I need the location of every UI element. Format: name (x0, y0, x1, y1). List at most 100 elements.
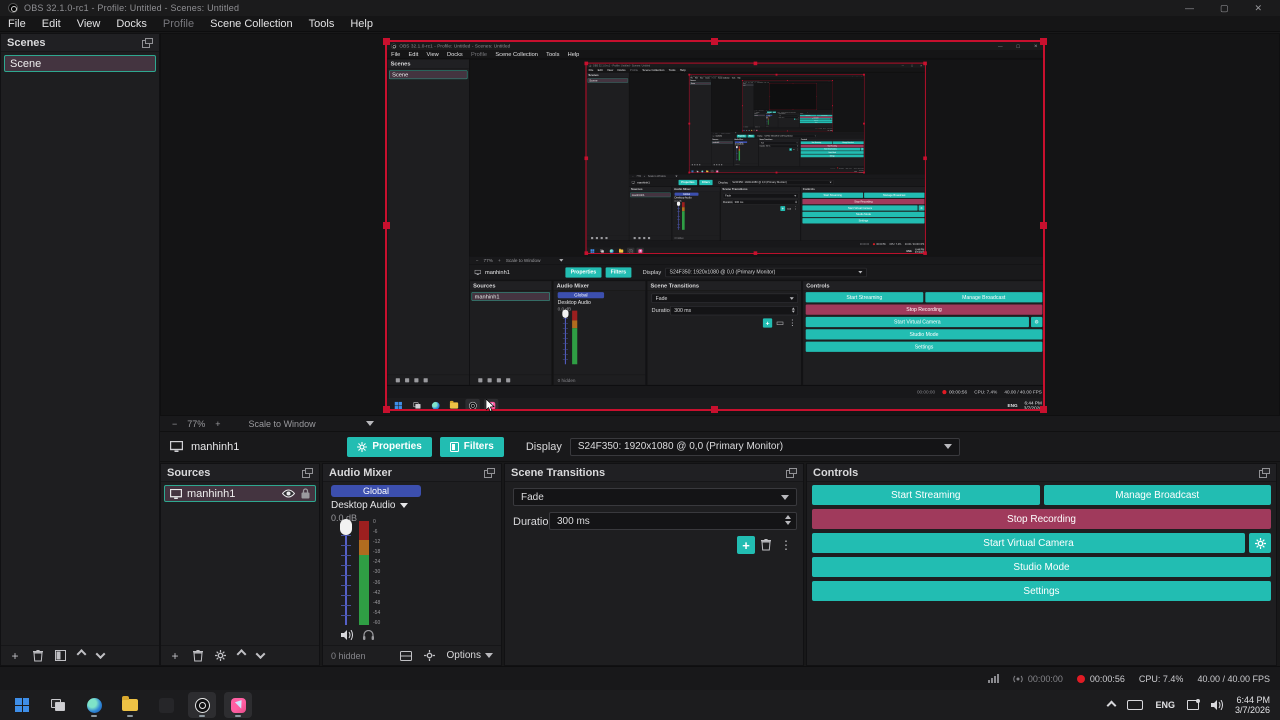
taskbar-clock[interactable]: 6:44 PM 3/7/2026 (1235, 695, 1270, 715)
properties-button[interactable]: Properties (347, 436, 432, 457)
mini-mixer-dock: Audio Mixer Global Desktop Audio 0.0 dB … (672, 186, 721, 241)
start-streaming-button[interactable]: Start Streaming (812, 485, 1040, 505)
settings-button[interactable]: Settings (812, 581, 1271, 601)
close-button[interactable]: ✕ (1254, 3, 1262, 14)
add-scene-button[interactable]: + (9, 649, 21, 663)
resize-handle[interactable] (383, 406, 390, 413)
start-button[interactable] (8, 692, 36, 718)
dock-popout-icon[interactable] (786, 467, 797, 478)
dock-popout-icon[interactable] (1259, 467, 1270, 478)
resize-handle[interactable] (1040, 406, 1047, 413)
source-properties-button[interactable] (215, 650, 226, 661)
duration-stepper[interactable] (785, 515, 791, 525)
display-select[interactable]: S24F350: 1920x1080 @ 0,0 (Primary Monito… (569, 437, 960, 456)
headphones-icon[interactable] (363, 630, 374, 640)
studio-mode-button[interactable]: Studio Mode (812, 557, 1271, 577)
move-source-up-button[interactable] (236, 649, 247, 660)
dock-popout-icon[interactable] (142, 37, 153, 48)
menu-edit[interactable]: Edit (42, 18, 61, 30)
volume-slider-handle[interactable] (340, 519, 352, 535)
move-source-down-button[interactable] (255, 649, 266, 660)
zoom-in-button[interactable]: + (215, 419, 220, 429)
speaker-icon[interactable] (341, 630, 353, 640)
mini-capture: OBS 32.1.0-rc1 - Profile: Untitled - Sce… (688, 73, 865, 174)
language-indicator[interactable]: ENG (1155, 700, 1175, 710)
remove-source-button[interactable] (193, 649, 203, 662)
add-transition-button[interactable]: + (737, 536, 755, 554)
edge-browser-button[interactable] (80, 692, 108, 718)
hidden-app-button[interactable] (152, 692, 180, 718)
volume-tray-icon[interactable] (1210, 700, 1223, 710)
file-explorer-button[interactable] (116, 692, 144, 718)
stream-timer-icon (1013, 675, 1023, 682)
remove-scene-button[interactable] (33, 649, 43, 662)
mixer-layout-icon[interactable] (399, 650, 412, 661)
duration-input[interactable]: 300 ms (549, 512, 797, 530)
mini-transitions-dock: Scene Transitions Fade Duration 300 ms +… (758, 138, 800, 167)
zoom-out-button[interactable]: − (172, 419, 177, 429)
filters-button[interactable]: Filters (439, 436, 504, 457)
start-virtual-camera-button[interactable]: Start Virtual Camera (812, 533, 1245, 553)
obs-taskbar-button[interactable] (188, 692, 216, 718)
move-scene-up-button[interactable] (76, 649, 87, 660)
mini-controls-dock: Controls Start Streaming Manage Broadcas… (800, 186, 925, 241)
resize-handle[interactable] (711, 406, 718, 413)
lock-icon[interactable] (301, 488, 310, 499)
mini-sources-dock: Sources manhinh1 (753, 113, 766, 128)
mini-obs-logo-icon (391, 43, 397, 49)
scale-mode[interactable]: Scale to Window (249, 419, 316, 429)
remove-transition-button[interactable] (761, 539, 771, 551)
dock-popout-icon[interactable] (484, 467, 495, 478)
notifications-icon[interactable] (1186, 699, 1200, 710)
audio-device-caret-icon[interactable] (399, 503, 408, 508)
resize-handle[interactable] (1040, 38, 1047, 45)
tray-overflow-chevron-icon[interactable] (1106, 700, 1117, 710)
dimmed-app-icon (158, 697, 174, 713)
recorder-app-button[interactable] (224, 692, 252, 718)
menu-tools[interactable]: Tools (309, 18, 335, 30)
mixer-options-button[interactable]: Options (447, 650, 493, 661)
mini-window-buttons: —▢✕ (901, 64, 923, 67)
obs-logo-icon (8, 3, 18, 13)
maximize-button[interactable]: ▢ (1220, 3, 1229, 14)
captured-desktop: OBS 32.1.0-rc1 - Profile: Untitled - Sce… (586, 63, 925, 253)
selected-capture-source[interactable]: OBS 32.1.0-rc1 - Profile: Untitled - Sce… (383, 38, 1047, 413)
virtual-camera-config-button[interactable] (1249, 533, 1271, 553)
touch-keyboard-icon[interactable] (1127, 700, 1144, 710)
scene-item[interactable]: Scene (4, 55, 156, 72)
transition-menu-button[interactable]: ⋮ (777, 536, 795, 554)
fps-counter: 40.00 / 40.00 FPS (1197, 673, 1270, 684)
zoom-level: 77% (187, 418, 206, 429)
display-source-icon (170, 488, 182, 499)
mini-capture (769, 83, 817, 110)
menu-help[interactable]: Help (350, 18, 373, 30)
menu-profile[interactable]: Profile (163, 18, 194, 30)
resize-handle[interactable] (711, 38, 718, 45)
mini-window-title: OBS 32.1.0-rc1 - Profile: Untitled - Sce… (399, 43, 511, 49)
resize-handle[interactable] (1040, 221, 1047, 229)
minimize-button[interactable]: — (1185, 3, 1194, 14)
source-item[interactable]: manhinh1 (164, 485, 316, 502)
menu-scene-collection[interactable]: Scene Collection (210, 18, 293, 30)
add-source-button[interactable]: + (169, 649, 181, 663)
manage-broadcast-button[interactable]: Manage Broadcast (1043, 485, 1271, 505)
display-label: Display (525, 440, 562, 453)
mixer-dock-title: Audio Mixer (329, 466, 392, 479)
scene-filters-button[interactable] (55, 650, 66, 661)
menu-file[interactable]: File (8, 18, 26, 30)
recording-dot-icon (1076, 674, 1085, 683)
resize-handle[interactable] (383, 38, 390, 45)
resize-handle[interactable] (383, 221, 390, 229)
volume-slider[interactable] (339, 519, 353, 625)
stop-recording-button[interactable]: Stop Recording (812, 509, 1271, 529)
advanced-audio-icon[interactable] (423, 650, 435, 661)
move-scene-down-button[interactable] (95, 649, 106, 660)
transition-select[interactable]: Fade (513, 488, 797, 506)
visibility-eye-icon[interactable] (282, 489, 295, 498)
scale-mode-caret-icon[interactable] (365, 421, 374, 426)
dock-popout-icon[interactable] (302, 467, 313, 478)
menu-view[interactable]: View (77, 18, 101, 30)
audio-device-name[interactable]: Desktop Audio (331, 500, 396, 511)
task-view-button[interactable] (44, 692, 72, 718)
menu-docks[interactable]: Docks (116, 18, 147, 30)
